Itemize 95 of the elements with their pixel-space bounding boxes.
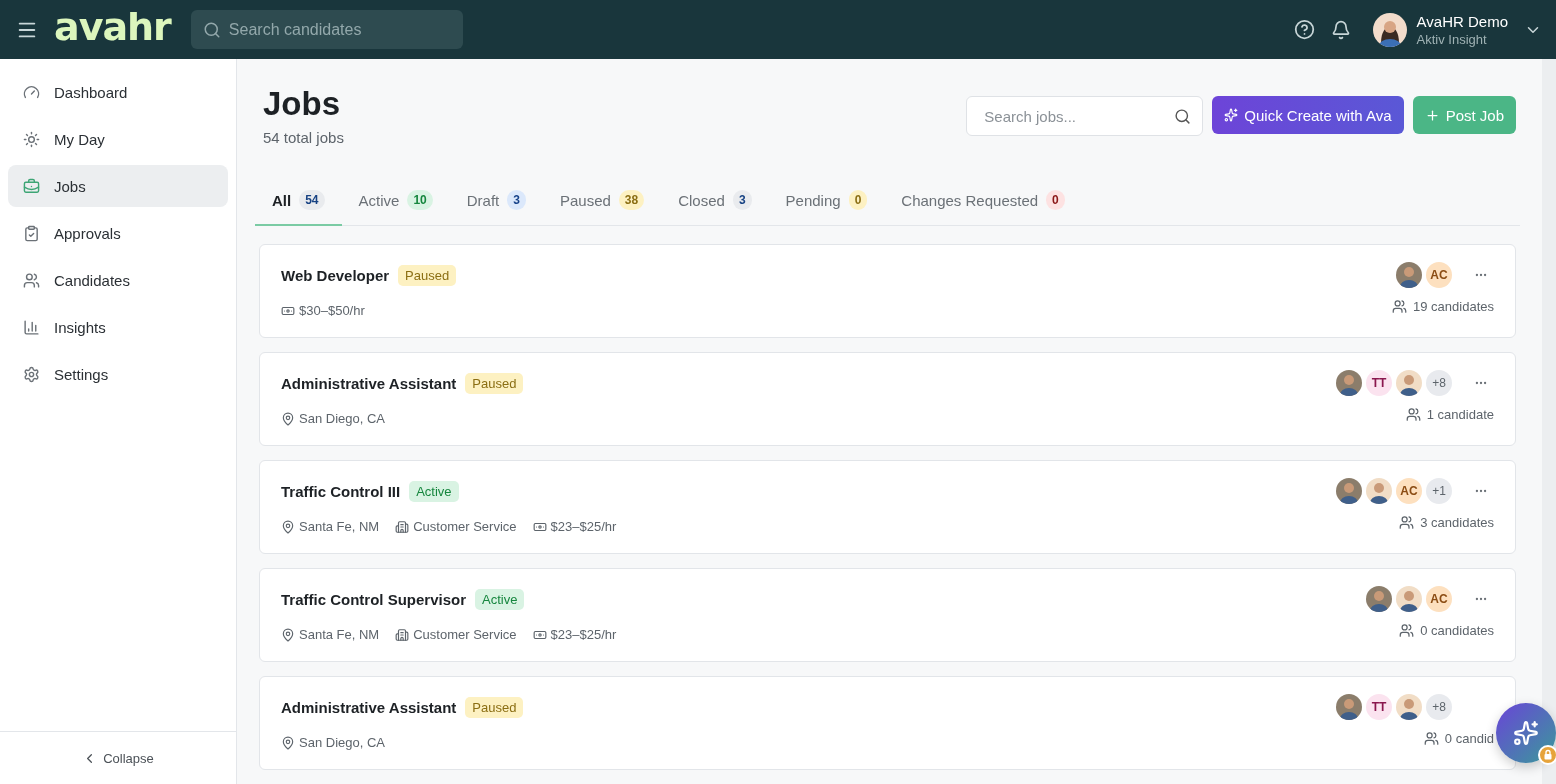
settings-icon — [23, 365, 40, 383]
nav-item[interactable]: Settings — [8, 353, 228, 395]
status: Paused — [398, 265, 457, 286]
job-detail: Customer Service — [413, 627, 517, 642]
count: 10 — [407, 190, 433, 210]
count: 3 — [507, 190, 526, 210]
job-title[interactable]: Administrative Assistant — [281, 699, 457, 716]
bar-chart-icon — [23, 318, 40, 336]
tab[interactable]: Pending 0 — [768, 176, 885, 226]
count: 3 — [732, 190, 752, 210]
job-card[interactable]: Traffic Control Supervisor Active Santa Fe, NM Customer Service $23–$25/hr AC 0 candidates — [259, 568, 1516, 662]
job-detail: $30–$50/hr — [299, 303, 365, 318]
avatar: AC — [1426, 586, 1452, 612]
user-name: AvaHR Demo — [1416, 12, 1508, 30]
search-field[interactable]: Search jobs... — [966, 96, 1204, 136]
candidate-count: 0 candid — [1444, 731, 1494, 746]
lock-icon — [1538, 745, 1556, 765]
avatar: TT — [1366, 694, 1392, 720]
tab[interactable]: Closed 3 — [661, 176, 769, 226]
job-card[interactable]: Administrative Assistant Paused San Diego, CA TT +8 1 candidate — [259, 352, 1516, 446]
candidate-count: 0 candidates — [1420, 623, 1494, 638]
job-detail: $23–$25/hr — [550, 627, 617, 642]
status: Paused — [465, 697, 524, 718]
job-detail: Santa Fe, NM — [299, 519, 380, 534]
clipboard-icon — [23, 224, 40, 242]
job-title[interactable]: Web Developer — [281, 267, 390, 284]
job-card[interactable]: Administrative Assistant Paused San Diego, CA TT +8 0 candid — [259, 676, 1516, 770]
search-icon — [202, 20, 221, 39]
candidate-count: 19 candidates — [1413, 299, 1494, 314]
assistant-button[interactable] — [1496, 703, 1556, 763]
users-icon — [1423, 731, 1439, 746]
avatar: TT — [1366, 370, 1392, 396]
nav-item[interactable]: Dashboard — [8, 71, 228, 113]
tab[interactable]: Draft 3 — [449, 176, 543, 226]
more-count: +1 — [1426, 478, 1452, 504]
pin-icon — [281, 519, 295, 534]
logo: avahr — [54, 7, 171, 46]
nav-item[interactable]: My Day — [8, 118, 228, 160]
users-icon — [23, 271, 40, 289]
more-count: +8 — [1426, 370, 1452, 396]
count: 0 — [1046, 190, 1065, 210]
quick-create-button[interactable]: Quick Create with Ava — [1212, 96, 1404, 134]
nav-item[interactable]: Insights — [8, 306, 228, 348]
bell-icon[interactable] — [1330, 19, 1351, 40]
count: 38 — [618, 190, 645, 210]
count: 0 — [848, 190, 868, 210]
plus-icon — [1424, 107, 1440, 123]
status: Paused — [465, 373, 524, 394]
nav-item[interactable]: Approvals — [8, 212, 228, 254]
nav-item[interactable]: Candidates — [8, 259, 228, 301]
users-icon — [1399, 623, 1415, 638]
tab[interactable]: Paused 38 — [542, 176, 662, 226]
sparkle-icon — [1513, 720, 1539, 746]
building-icon — [395, 519, 410, 534]
nav-item[interactable]: Jobs — [8, 165, 228, 207]
job-title[interactable]: Traffic Control III — [281, 483, 401, 500]
users-icon — [1399, 515, 1415, 530]
help-icon[interactable] — [1293, 19, 1315, 40]
organization-name: Aktiv Insight — [1416, 31, 1488, 47]
sparkle-icon — [1224, 108, 1239, 122]
collapse-button[interactable]: Collapse — [76, 749, 160, 767]
more-count: +8 — [1426, 694, 1452, 720]
tab[interactable]: All 54 — [255, 176, 342, 226]
search-field[interactable]: Search candidates — [190, 10, 463, 49]
user-avatar-icon[interactable] — [1372, 12, 1407, 47]
candidate-count: 3 candidates — [1420, 515, 1494, 530]
count: 54 — [299, 190, 325, 210]
candidate-count: 1 candidate — [1426, 407, 1494, 422]
job-count: 54 total jobs — [263, 129, 344, 146]
job-card[interactable]: Traffic Control III Active Santa Fe, NM Customer Service $23–$25/hr AC +1 3 candidates — [259, 460, 1516, 554]
job-detail: San Diego, CA — [299, 735, 385, 750]
job-detail: $23–$25/hr — [550, 519, 617, 534]
tab[interactable]: Changes Requested 0 — [884, 176, 1082, 226]
search-icon — [1174, 107, 1192, 125]
sun-icon — [23, 130, 40, 148]
pin-icon — [281, 735, 295, 750]
job-title[interactable]: Administrative Assistant — [281, 375, 457, 392]
users-icon — [1405, 407, 1421, 422]
dashboard-icon — [23, 83, 40, 101]
status: Active — [475, 589, 525, 610]
job-title[interactable]: Traffic Control Supervisor — [281, 591, 467, 608]
avatar: AC — [1396, 478, 1422, 504]
avatar: AC — [1426, 262, 1452, 288]
tab[interactable]: Active 10 — [341, 176, 450, 226]
job-detail: Santa Fe, NM — [299, 627, 380, 642]
job-detail: Customer Service — [413, 519, 517, 534]
briefcase-icon — [23, 177, 40, 195]
page-title: Jobs — [263, 85, 342, 123]
job-card[interactable]: Web Developer Paused $30–$50/hr AC 19 candidates — [259, 244, 1516, 338]
users-icon — [1392, 299, 1408, 314]
pin-icon — [281, 411, 295, 426]
pin-icon — [281, 627, 295, 642]
building-icon — [395, 627, 410, 642]
status: Active — [409, 481, 459, 502]
job-detail: San Diego, CA — [299, 411, 385, 426]
